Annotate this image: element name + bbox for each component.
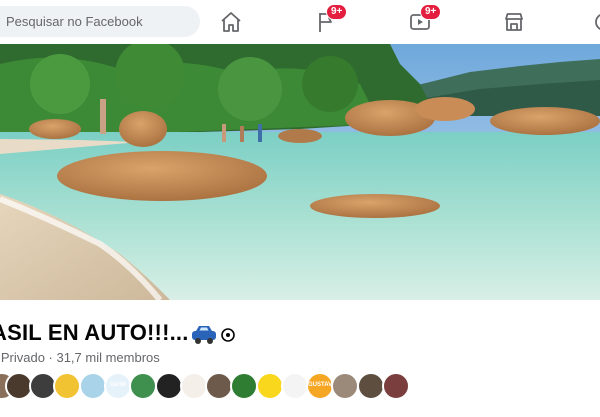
group-header: ASIL EN AUTO!!!... [0,320,600,350]
member-avatar[interactable] [180,372,208,400]
member-avatar[interactable] [129,372,157,400]
notification-badge: 9+ [420,4,442,20]
nav-flag-button[interactable]: 9+ [312,4,348,36]
group-name[interactable]: ASIL EN AUTO!!!... [0,320,189,346]
member-avatars: Varilé GUSTAVO FAYA [0,372,600,406]
nav-marketplace-button[interactable] [500,8,528,36]
member-avatar[interactable] [155,372,183,400]
member-avatar[interactable] [331,372,359,400]
target-icon[interactable] [221,328,235,342]
marketplace-icon [505,13,523,31]
top-navigation-bar: Pesquisar no Facebook 9+ 9+ [0,0,600,44]
search-input[interactable]: Pesquisar no Facebook [0,6,200,37]
nav-watch-button[interactable]: 9+ [406,4,442,36]
member-avatar[interactable] [79,372,107,400]
notification-badge: 9+ [326,4,348,20]
member-avatar[interactable] [382,372,410,400]
member-avatar[interactable]: GUSTAVO FAYA [306,372,334,400]
car-icon [192,326,216,344]
group-cover-photo [0,44,600,300]
member-avatar[interactable]: Varilé [104,372,132,400]
member-avatar[interactable] [205,372,233,400]
member-avatar[interactable] [230,372,258,400]
member-avatar[interactable] [256,372,284,400]
member-avatar[interactable] [281,372,309,400]
member-avatar[interactable] [53,372,81,400]
beach-cover-image [0,44,600,300]
nav-more-button[interactable] [590,8,600,36]
search-placeholder: Pesquisar no Facebook [6,14,143,29]
partial-icon [595,14,600,30]
member-avatar[interactable] [357,372,385,400]
home-icon [221,12,241,32]
group-privacy-and-members: o Privado · 31,7 mil membros [0,350,160,365]
nav-home-button[interactable] [217,8,245,36]
